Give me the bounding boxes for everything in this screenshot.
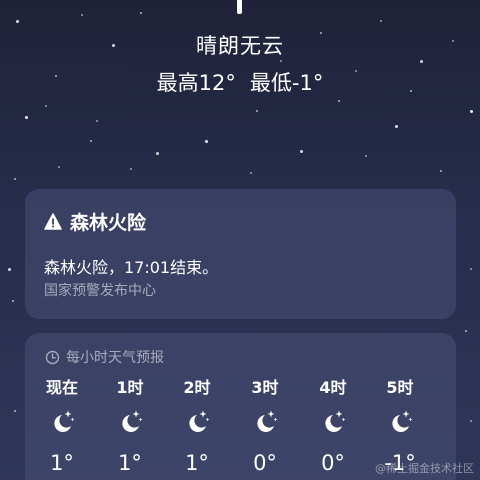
moon-stars-icon <box>189 410 210 432</box>
high-temperature: 最高12° <box>156 71 236 95</box>
star-dot <box>465 330 468 333</box>
star-dot <box>338 100 341 103</box>
hour-temperature: 0° <box>253 451 277 475</box>
star-dot <box>14 178 17 181</box>
moon-stars-icon <box>122 410 143 432</box>
hour-column-2: 2时 1° <box>167 333 227 480</box>
hour-label: 3时 <box>251 378 279 397</box>
moon-stars-icon <box>392 410 413 432</box>
star-dot <box>45 105 47 107</box>
star-dot <box>420 60 423 63</box>
star-dot <box>8 268 11 271</box>
star-dot <box>140 12 143 15</box>
star-dot <box>14 410 17 413</box>
star-dot <box>58 166 60 168</box>
low-temperature: 最低-1° <box>249 71 324 95</box>
hour-label: 5时 <box>386 378 414 397</box>
watermark: @稀土掘金技术社区 <box>375 462 474 475</box>
star-dot <box>470 268 472 270</box>
star-dot <box>205 140 209 144</box>
alert-message: 森林火险，17:01结束。 <box>44 258 219 277</box>
moon-stars-icon <box>325 410 346 432</box>
star-dot <box>440 170 443 173</box>
star-dot <box>365 155 367 157</box>
moon-stars-icon <box>257 410 278 432</box>
weather-alert-card[interactable]: 森林火险 森林火险，17:01结束。 国家预警发布中心 <box>25 189 456 319</box>
star-dot <box>16 20 19 23</box>
hour-column-1: 1时 1° <box>100 333 160 480</box>
star-dot <box>12 300 15 303</box>
hour-column-0: 现在 1° <box>32 333 92 480</box>
high-low-temperature: 最高12° 最低-1° <box>0 67 480 97</box>
star-dot <box>81 14 83 16</box>
star-dot <box>25 116 29 120</box>
alert-source: 国家预警发布中心 <box>44 283 156 299</box>
star-dot <box>250 172 252 174</box>
hour-label: 4时 <box>319 378 347 397</box>
star-dot <box>130 168 132 170</box>
star-dot <box>395 125 398 128</box>
star-dot <box>256 110 259 113</box>
alert-header: 森林火险 <box>44 208 146 235</box>
hour-label: 1时 <box>116 378 144 397</box>
star-dot <box>156 152 159 155</box>
alert-title: 森林火险 <box>70 212 147 234</box>
hour-column-5: 5时 -1° <box>370 333 430 480</box>
star-dot <box>380 20 382 22</box>
hour-temperature: 1° <box>50 451 74 475</box>
hour-column-3: 3时 0° <box>235 333 295 480</box>
star-dot <box>96 120 98 122</box>
hourly-forecast-card[interactable]: 每小时天气预报 现在 1° 1时 1° 2时 1° 3时 0° 4时 0° 5时… <box>25 333 456 480</box>
star-dot <box>90 140 93 143</box>
current-temperature-fragment <box>237 0 242 14</box>
current-condition: 晴朗无云 <box>196 34 284 58</box>
weather-screen: 晴朗无云 最高12° 最低-1° 森林火险 森林火险，17:01结束。 国家预警发… <box>0 0 480 480</box>
hour-column-4: 4时 0° <box>303 333 363 480</box>
star-dot <box>300 150 303 153</box>
star-dot <box>280 60 282 62</box>
hour-label: 2时 <box>183 378 211 397</box>
moon-stars-icon <box>54 410 75 432</box>
hour-temperature: 0° <box>321 451 345 475</box>
star-dot <box>470 110 474 114</box>
warning-icon <box>44 213 62 230</box>
star-dot <box>470 420 472 422</box>
hour-temperature: 1° <box>185 451 209 475</box>
hour-label: 现在 <box>45 378 78 397</box>
hour-temperature: 1° <box>118 451 142 475</box>
